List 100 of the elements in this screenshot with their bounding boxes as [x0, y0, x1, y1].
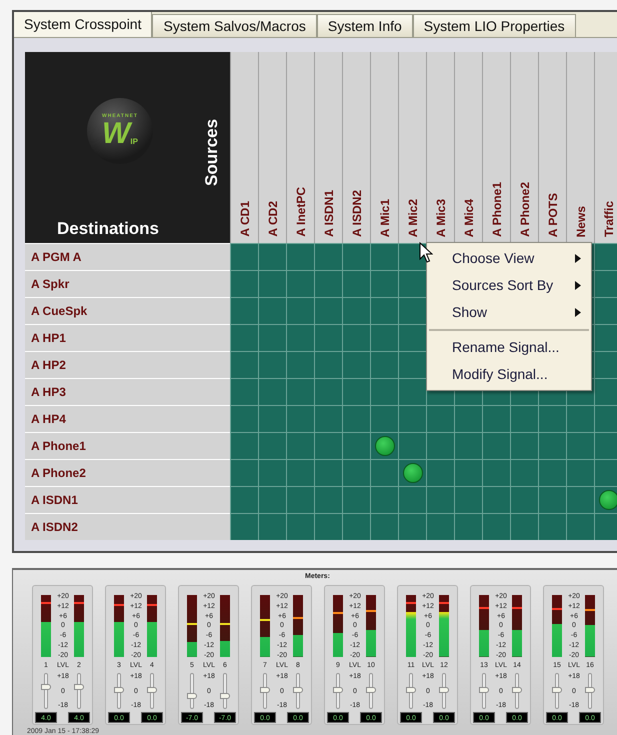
source-header[interactable]: A Mic2 [398, 52, 426, 243]
crosspoint-cell[interactable] [370, 297, 398, 324]
fader-thumb[interactable] [114, 686, 124, 693]
crosspoint-cell[interactable] [426, 513, 454, 540]
fader-thumb[interactable] [585, 686, 595, 693]
crosspoint-cell[interactable] [538, 459, 566, 486]
crosspoint-cell[interactable] [566, 459, 594, 486]
crosspoint-cell[interactable] [370, 270, 398, 297]
crosspoint-cell[interactable] [538, 486, 566, 513]
destination-label[interactable]: A Phone2 [25, 459, 230, 486]
source-header[interactable]: A POTS [538, 52, 566, 243]
crosspoint-cell[interactable] [594, 270, 617, 297]
source-header[interactable]: A Phone1 [482, 52, 510, 243]
crosspoint-cell[interactable] [230, 405, 258, 432]
destination-label[interactable]: A HP2 [25, 351, 230, 378]
source-header[interactable]: A InetPC [286, 52, 314, 243]
crosspoint-cell[interactable] [398, 513, 426, 540]
source-header[interactable]: A CD1 [230, 52, 258, 243]
fader-thumb[interactable] [41, 684, 51, 690]
crosspoint-cell[interactable] [258, 270, 286, 297]
crosspoint-cell[interactable] [398, 270, 426, 297]
destination-label[interactable]: A PGM A [25, 243, 230, 270]
crosspoint-cell[interactable] [230, 351, 258, 378]
crosspoint-cell[interactable] [286, 405, 314, 432]
fader-thumb[interactable] [439, 686, 449, 693]
crosspoint-cell[interactable] [398, 486, 426, 513]
menu-item[interactable]: Modify Signal... [427, 361, 591, 388]
crosspoint-cell[interactable] [594, 243, 617, 270]
crosspoint-cell[interactable] [258, 513, 286, 540]
crosspoint-cell[interactable] [314, 486, 342, 513]
crosspoint-cell[interactable] [398, 432, 426, 459]
crosspoint-cell[interactable] [286, 270, 314, 297]
crosspoint-cell[interactable] [370, 405, 398, 432]
crosspoint-cell[interactable] [426, 405, 454, 432]
crosspoint-cell[interactable] [258, 324, 286, 351]
crosspoint-cell[interactable] [594, 324, 617, 351]
crosspoint-cell[interactable] [594, 297, 617, 324]
crosspoint-cell[interactable] [370, 378, 398, 405]
tab[interactable]: System Info [316, 14, 413, 37]
crosspoint-cell[interactable] [370, 432, 398, 459]
crosspoint-cell[interactable] [426, 486, 454, 513]
fader-thumb[interactable] [74, 684, 84, 690]
source-header[interactable]: A ISDN2 [342, 52, 370, 243]
crosspoint-cell[interactable] [398, 324, 426, 351]
crosspoint-cell[interactable] [454, 459, 482, 486]
crosspoint-cell[interactable] [370, 243, 398, 270]
crosspoint-cell[interactable] [342, 513, 370, 540]
crosspoint-cell[interactable] [342, 297, 370, 324]
fader-thumb[interactable] [366, 686, 376, 693]
crosspoint-cell[interactable] [314, 405, 342, 432]
source-header[interactable]: A Mic4 [454, 52, 482, 243]
crosspoint-cell[interactable] [342, 486, 370, 513]
menu-item[interactable]: Sources Sort By [427, 272, 591, 299]
source-header[interactable]: A Mic1 [370, 52, 398, 243]
crosspoint-cell[interactable] [286, 513, 314, 540]
crosspoint-cell[interactable] [538, 405, 566, 432]
destination-label[interactable]: A HP1 [25, 324, 230, 351]
crosspoint-cell[interactable] [370, 351, 398, 378]
crosspoint-cell[interactable] [314, 324, 342, 351]
crosspoint-cell[interactable] [314, 378, 342, 405]
crosspoint-cell[interactable] [594, 459, 617, 486]
crosspoint-cell[interactable] [594, 432, 617, 459]
crosspoint-cell[interactable] [258, 378, 286, 405]
crosspoint-cell[interactable] [426, 432, 454, 459]
crosspoint-cell[interactable] [566, 486, 594, 513]
crosspoint-cell[interactable] [594, 378, 617, 405]
crosspoint-cell[interactable] [594, 351, 617, 378]
crosspoint-cell[interactable] [286, 486, 314, 513]
fader-thumb[interactable] [333, 686, 343, 693]
crosspoint-cell[interactable] [230, 243, 258, 270]
destination-label[interactable]: A ISDN2 [25, 513, 230, 540]
crosspoint-cell[interactable] [258, 351, 286, 378]
fader-thumb[interactable] [147, 686, 157, 693]
crosspoint-cell[interactable] [398, 297, 426, 324]
crosspoint-cell[interactable] [342, 378, 370, 405]
crosspoint-cell[interactable] [538, 432, 566, 459]
crosspoint-cell[interactable] [314, 432, 342, 459]
fader-thumb[interactable] [512, 686, 522, 693]
tab[interactable]: System Crosspoint [14, 12, 152, 37]
crosspoint-cell[interactable] [538, 513, 566, 540]
destination-label[interactable]: A CueSpk [25, 297, 230, 324]
crosspoint-cell[interactable] [482, 459, 510, 486]
crosspoint-cell[interactable] [314, 513, 342, 540]
crosspoint-cell[interactable] [258, 243, 286, 270]
fader-thumb[interactable] [220, 693, 230, 700]
fader-thumb[interactable] [406, 686, 416, 693]
destination-label[interactable]: A Phone1 [25, 432, 230, 459]
crosspoint-cell[interactable] [454, 405, 482, 432]
crosspoint-cell[interactable] [286, 243, 314, 270]
crosspoint-cell[interactable] [342, 405, 370, 432]
tab[interactable]: System Salvos/Macros [152, 14, 317, 37]
crosspoint-cell[interactable] [258, 432, 286, 459]
crosspoint-cell[interactable] [510, 513, 538, 540]
source-header[interactable]: A CD2 [258, 52, 286, 243]
crosspoint-cell[interactable] [286, 459, 314, 486]
source-header[interactable]: A Mic3 [426, 52, 454, 243]
crosspoint-cell[interactable] [566, 432, 594, 459]
crosspoint-cell[interactable] [314, 297, 342, 324]
crosspoint-cell[interactable] [230, 513, 258, 540]
source-header[interactable]: A Phone2 [510, 52, 538, 243]
